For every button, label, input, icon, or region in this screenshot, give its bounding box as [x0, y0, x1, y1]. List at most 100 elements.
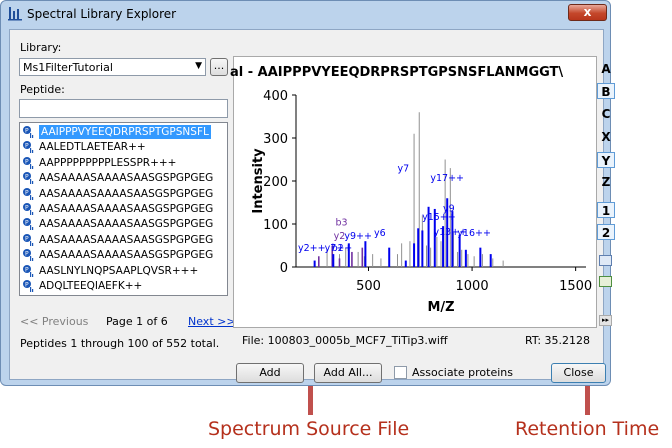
copy-metafile-icon[interactable] [599, 276, 612, 287]
associate-proteins-checkbox[interactable] [394, 366, 407, 379]
peptide-icon: P [23, 141, 35, 154]
library-browse-button[interactable]: ... [210, 58, 228, 76]
peptide-list-item[interactable]: P AASAAAASAAAASAASGSPGPGEG [21, 171, 214, 185]
peptide-sequence: AAIPPPVYEEQDRPRSPTGPSNSFL [39, 125, 211, 139]
peak-label: y15++ [422, 212, 456, 223]
peptide-sequence: ADQLTEEQIAEFK++ [39, 280, 143, 292]
svg-text:P: P [25, 251, 29, 258]
peptide-icon: P [23, 156, 35, 169]
spectrum-chart: 0 100 200 300 400 500 1000 1500 M/Z Intensity y7 y1… [251, 89, 592, 315]
peptide-sequence: AASAAAASAAAASAASGSPGPGEG [39, 187, 214, 200]
peak-label: y2 [334, 231, 346, 242]
peptide-sequence: AASAAAASAAAASAASGSPGPGEG [39, 172, 214, 185]
peptide-sequence: AASAAAASAAAASAASGSPGPGEG [39, 218, 214, 231]
peptide-sequence: AASAAAASAAAASAASGSPGPGEG [39, 203, 214, 215]
copy-icon[interactable] [599, 255, 612, 266]
svg-text:P: P [25, 266, 29, 273]
peptide-list-item[interactable]: P AAIPPPVYEEQDRPRSPTGPSNSFL [21, 125, 211, 139]
ion-button-2[interactable]: 2 [597, 224, 615, 240]
peptide-icon: P [23, 187, 35, 200]
y-tick-label: 400 [263, 89, 288, 104]
source-file-annotation: Spectrum Source File [208, 418, 410, 440]
window-close-button[interactable]: x [568, 4, 607, 21]
peptide-icon: P [23, 280, 35, 292]
peak-label: b3 [336, 217, 348, 228]
close-button[interactable]: Close [551, 363, 606, 383]
peptide-list-item[interactable]: P AASAAAASAAAASAASGSPGPGEG [21, 187, 214, 201]
peptide-icon: P [23, 264, 35, 277]
library-select[interactable]: Ms1FilterTutorial ▼ [19, 58, 206, 76]
peptide-sequence: AALEDTLAETEAR++ [39, 141, 146, 154]
peptide-label: Peptide: [20, 83, 65, 96]
svg-text:P: P [25, 205, 29, 212]
peak-label: y16++ [457, 228, 491, 239]
peptide-sequence: AAPPPPPPPPPLESSPR+++ [39, 156, 177, 169]
peptide-icon: P [23, 249, 35, 262]
peptide-list[interactable]: P AAIPPPVYEEQDRPRSPTGPSNSFL P AALEDTLAETEAR… [19, 122, 228, 296]
y-tick-label: 0 [280, 261, 288, 276]
next-page-link[interactable]: Next >> [188, 315, 236, 328]
peptide-list-item[interactable]: P AASAAAASAAAASAASGSPGPGEG [21, 217, 214, 231]
x-tick-label: 1500 [559, 279, 592, 294]
library-label: Library: [20, 41, 62, 54]
add-all-button[interactable]: Add All... [314, 363, 382, 383]
peak-label: y17++ [430, 173, 464, 184]
peptide-list-item[interactable]: P AASLNYLNQPSAAPLQVSR+++ [21, 264, 211, 278]
peptide-icon: P [23, 233, 35, 246]
spectrum-source-file: File: 100803_0005b_MCF7_TiTip3.wiff [242, 334, 448, 347]
ion-button-y[interactable]: Y [597, 152, 615, 168]
peptide-list-item[interactable]: P AASAAAASAAAASAASGSPGPGEG [21, 202, 214, 216]
peptide-list-item[interactable]: P AALEDTLAETEAR++ [21, 140, 211, 154]
previous-page-link[interactable]: << Previous [20, 315, 88, 328]
panel-expand-icon[interactable]: ▸▸ [599, 315, 612, 326]
peptide-list-item[interactable]: P AAPPPPPPPPPLESSPR+++ [21, 156, 211, 170]
x-tick-label: 500 [356, 279, 381, 294]
peptide-icon: P [23, 172, 35, 185]
peptide-sequence: AASAAAASAAAASAASGSPGPGEG [39, 249, 214, 262]
svg-text:P: P [25, 282, 29, 289]
svg-text:P: P [25, 158, 29, 165]
retention-time-annotation: Retention Time [515, 418, 660, 440]
peak-label: y7 [397, 164, 409, 175]
page-indicator: Page 1 of 6 [106, 315, 168, 328]
y-tick-label: 200 [263, 175, 288, 190]
dialog-window: Spectral Library Explorer x Library: Ms1… [0, 0, 615, 386]
svg-text:P: P [25, 220, 29, 227]
peptide-sequence: AASAAAASAAAASAASGSPGPGEG [39, 233, 214, 246]
peak-label: y9++ [344, 231, 372, 242]
x-axis-title: M/Z [427, 300, 454, 315]
retention-time: RT: 35.2128 [525, 334, 591, 347]
peptide-list-item[interactable]: P AASAAAASAAAASAASGSPGPGEG [21, 248, 214, 262]
svg-text:P: P [25, 189, 29, 196]
peptide-icon: P [23, 126, 35, 138]
peptide-list-item[interactable]: P AASAAAASAAAASAASGSPGPGEG [21, 233, 214, 247]
ion-button-a[interactable]: A [597, 61, 615, 77]
y-tick-label: 100 [263, 218, 288, 233]
spectrum-graph[interactable]: al - AAIPPPVYEEQDRPRSPTGPSNSFLANMGGT\ 01… [230, 56, 597, 328]
library-select-value: Ms1FilterTutorial [23, 61, 113, 74]
associate-proteins-label: Associate proteins [412, 366, 513, 379]
y-tick-label: 300 [263, 132, 288, 147]
add-button[interactable]: Add [236, 363, 304, 383]
peak-label: y7++ [325, 243, 353, 254]
peak-label: y6 [374, 228, 386, 239]
svg-text:P: P [25, 235, 29, 242]
peptide-sequence: AASLNYLNQPSAAPLQVSR+++ [39, 264, 199, 277]
ion-button-x[interactable]: X [597, 129, 615, 145]
svg-text:P: P [25, 174, 29, 181]
svg-text:P: P [25, 143, 29, 150]
ion-button-z[interactable]: Z [597, 174, 615, 190]
chevron-down-icon: ▼ [195, 61, 202, 71]
ion-button-c[interactable]: C [597, 106, 615, 122]
y-axis-title: Intensity [251, 148, 266, 214]
x-tick-label: 1000 [456, 279, 489, 294]
peptide-search-input[interactable] [19, 99, 228, 118]
peptide-count-summary: Peptides 1 through 100 of 552 total. [20, 337, 220, 350]
svg-text:P: P [25, 128, 29, 135]
peptide-list-item[interactable]: P ADQLTEEQIAEFK++ [21, 279, 211, 293]
ion-button-b[interactable]: B [597, 83, 615, 99]
ion-button-1[interactable]: 1 [597, 202, 615, 218]
peptide-icon: P [23, 203, 35, 215]
peptide-icon: P [23, 218, 35, 231]
app-icon [8, 7, 22, 21]
